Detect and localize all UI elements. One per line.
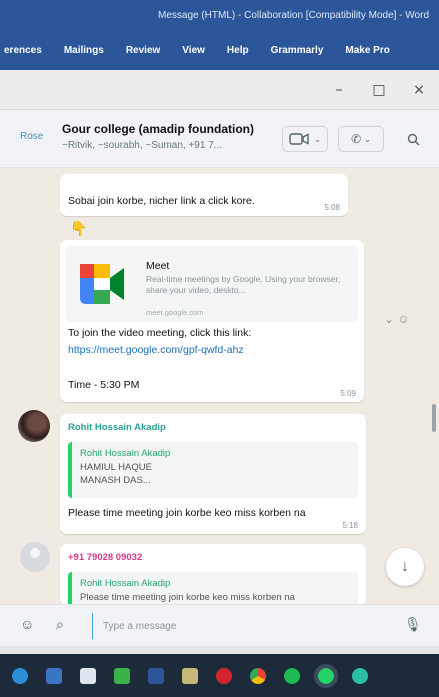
word-window-title: Message (HTML) - Collaboration [Compatib…	[157, 9, 429, 21]
link-description: Real-time meetings by Google. Using your…	[146, 274, 341, 295]
sender-name[interactable]: +91 79028 09032	[68, 552, 142, 563]
spotify-icon[interactable]	[284, 667, 300, 684]
message-time: 5:09	[340, 389, 356, 398]
window-title-bar: – □ ×	[0, 70, 439, 110]
quoted-message[interactable]: Rohit Hossain Akadip HAMIUL HAQUE MANASH…	[68, 442, 358, 498]
minimize-button[interactable]: –	[319, 70, 359, 110]
ribbon-tab-make-pro[interactable]: Make Pro	[345, 45, 389, 56]
sender-name[interactable]: Rohit Hossain Akadip	[68, 422, 166, 433]
ribbon-tab-help[interactable]: Help	[227, 45, 249, 56]
quote-text: MANASH DAS...	[80, 475, 151, 486]
arrow-down-icon: ↓	[401, 558, 409, 575]
chevron-down-icon: ⌄	[364, 134, 371, 144]
back-link[interactable]: Rose	[20, 131, 43, 142]
search-button[interactable]	[402, 128, 424, 150]
camtasia-icon[interactable]	[114, 667, 130, 684]
microphone-icon[interactable]: 🎙	[404, 616, 422, 633]
phone-icon: ✆	[351, 132, 362, 146]
link-domain: meet.google.com	[146, 308, 204, 317]
window-bottom-border	[0, 646, 439, 654]
quote-author: Rohit Hossain Akadip	[80, 578, 171, 589]
avatar[interactable]	[20, 542, 50, 572]
quote-author: Rohit Hossain Akadip	[80, 448, 171, 459]
word-ribbon: erences Mailings Review View Help Gramma…	[0, 30, 439, 70]
windows-taskbar	[0, 654, 439, 697]
word-icon[interactable]	[148, 667, 164, 684]
video-call-button[interactable]: ⌄	[282, 126, 328, 152]
ribbon-tab-mailings[interactable]: Mailings	[64, 45, 104, 56]
avatar[interactable]	[18, 410, 50, 442]
message-text: Sobai join korbe, nicher link a click ko…	[68, 195, 255, 207]
meeting-link[interactable]: https://meet.google.com/gpf-qwfd-ahz	[68, 344, 244, 356]
chevron-down-icon: ⌄	[314, 134, 321, 144]
quote-text: HAMIUL HAQUE	[80, 462, 152, 473]
message-bubble[interactable]: Meet Real-time meetings by Google. Using…	[60, 240, 364, 402]
ribbon-tab-grammarly[interactable]: Grammarly	[271, 45, 324, 56]
ribbon-tab-review[interactable]: Review	[126, 45, 160, 56]
message-bubble[interactable]: Sobai join korbe, nicher link a click ko…	[60, 174, 348, 216]
compose-bar: ☺ ⌕ 🎙	[0, 604, 439, 646]
group-members: ~Ritvik, ~sourabh, ~Suman, +91 7...	[62, 140, 223, 151]
ribbon-tab-view[interactable]: View	[182, 45, 205, 56]
message-bubble[interactable]: +91 79028 09032 Rohit Hossain Akadip Ple…	[60, 544, 366, 606]
task-view-icon[interactable]	[46, 667, 62, 684]
app-icon[interactable]	[352, 667, 368, 684]
google-meet-icon	[80, 264, 124, 304]
message-bubble[interactable]: Rohit Hossain Akadip Rohit Hossain Akadi…	[60, 414, 366, 534]
paperclip-icon[interactable]: ⌕	[56, 616, 64, 633]
scrollbar-thumb[interactable]	[432, 404, 436, 432]
pointing-hand-reaction-icon[interactable]: 👇	[70, 220, 87, 237]
word-title-bar: Message (HTML) - Collaboration [Compatib…	[0, 0, 439, 30]
message-input[interactable]	[92, 613, 392, 639]
message-time: 5:08	[324, 203, 340, 212]
maximize-button[interactable]: □	[359, 70, 399, 110]
close-button[interactable]: ×	[399, 70, 439, 110]
edge-icon[interactable]	[12, 667, 28, 684]
link-title: Meet	[146, 260, 170, 272]
photos-icon[interactable]	[182, 667, 198, 684]
opera-icon[interactable]	[216, 667, 232, 684]
search-icon	[407, 133, 419, 145]
message-text: Time - 5:30 PM	[68, 379, 140, 391]
quote-text: Please time meeting join korbe keo miss …	[80, 592, 295, 603]
ribbon-tab-references[interactable]: erences	[4, 45, 42, 56]
voice-call-button[interactable]: ✆ ⌄	[338, 126, 384, 152]
message-text: To join the video meeting, click this li…	[68, 327, 252, 339]
scroll-to-bottom-button[interactable]: ↓	[386, 548, 424, 586]
message-text: Please time meeting join korbe keo miss …	[68, 507, 306, 519]
chat-header[interactable]: Rose Gour college (amadip foundation) ~R…	[0, 110, 439, 168]
video-camera-icon	[289, 133, 309, 145]
group-name[interactable]: Gour college (amadip foundation)	[62, 122, 272, 136]
file-explorer-icon[interactable]	[80, 667, 96, 684]
quoted-message[interactable]: Rohit Hossain Akadip Please time meeting…	[68, 572, 358, 606]
chrome-icon[interactable]	[250, 667, 266, 684]
link-preview-card[interactable]: Meet Real-time meetings by Google. Using…	[66, 246, 358, 322]
whatsapp-icon[interactable]	[314, 663, 338, 688]
emoji-reaction-icon[interactable]: ⌄ ☺	[384, 312, 410, 326]
message-time: 5:18	[342, 521, 358, 530]
emoji-icon[interactable]: ☺	[20, 616, 34, 632]
